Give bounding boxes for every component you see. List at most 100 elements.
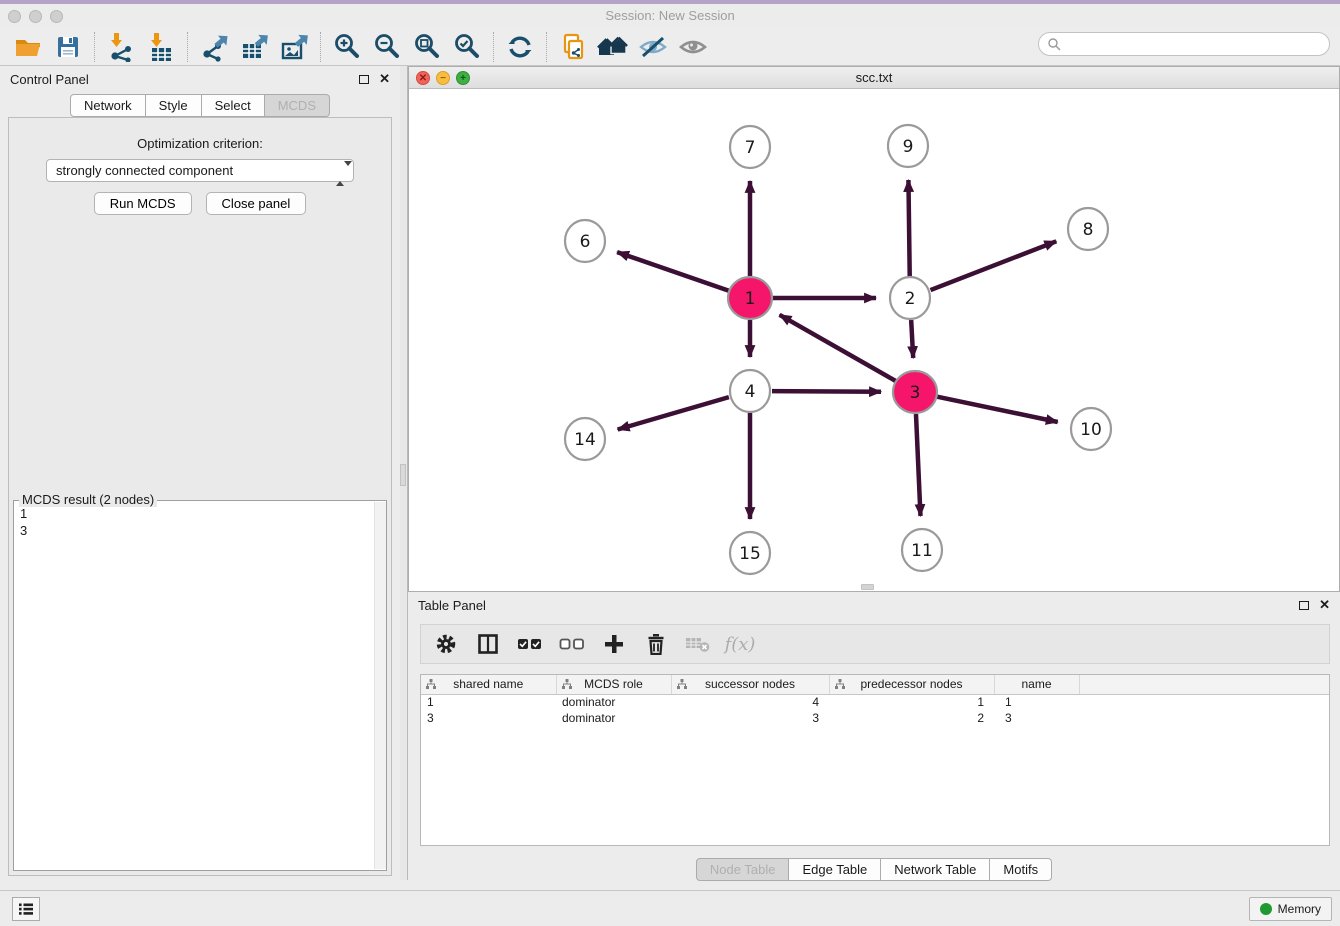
table-cell[interactable]: 4 (671, 694, 829, 710)
deselect-all-button[interactable] (555, 628, 589, 660)
tab-network-table[interactable]: Network Table (881, 858, 990, 881)
edge-2-9[interactable] (908, 180, 909, 276)
edge-2-8[interactable] (931, 241, 1057, 290)
table-cell[interactable]: 3 (994, 710, 1079, 726)
export-image-button[interactable] (274, 31, 314, 63)
fx-icon: f(x) (725, 634, 756, 655)
tab-select[interactable]: Select (202, 94, 265, 117)
export-table-button[interactable] (234, 31, 274, 63)
run-mcds-button[interactable]: Run MCDS (94, 192, 192, 215)
toolbar-separator (187, 32, 188, 62)
edge-4-14[interactable] (618, 397, 729, 429)
result-scrollbar[interactable] (374, 502, 386, 869)
toolbar-separator (94, 32, 95, 62)
network-minimize-icon[interactable]: − (436, 71, 450, 85)
zoom-fit-button[interactable] (407, 31, 447, 63)
tab-node-table[interactable]: Node Table (696, 858, 790, 881)
select-stepper-icon (336, 163, 347, 184)
table-cell[interactable]: dominator (556, 694, 671, 710)
network-window-title: scc.txt (409, 67, 1339, 88)
edge-4-3[interactable] (772, 391, 881, 392)
select-all-button[interactable] (513, 628, 547, 660)
table-cell[interactable]: 1 (994, 694, 1079, 710)
clone-network-icon (558, 32, 588, 62)
search-field[interactable] (1038, 32, 1330, 56)
window-close-icon[interactable] (8, 10, 21, 23)
import-network-button[interactable] (101, 31, 141, 63)
close-panel-icon[interactable]: ✕ (379, 71, 390, 87)
show-columns-button[interactable] (471, 628, 505, 660)
splitter-handle[interactable] (400, 464, 406, 486)
node-table: shared name MCDS role successor nodes pr… (420, 674, 1330, 846)
close-panel-button[interactable]: Close panel (206, 192, 307, 215)
tab-edge-table[interactable]: Edge Table (789, 858, 881, 881)
table-cell[interactable]: 1 (829, 694, 994, 710)
table-cell[interactable]: 3 (671, 710, 829, 726)
edge-3-1[interactable] (780, 315, 896, 381)
float-table-panel-icon[interactable] (1299, 601, 1309, 610)
network-maximize-icon[interactable]: + (456, 71, 470, 85)
tab-style[interactable]: Style (146, 94, 202, 117)
edge-1-6[interactable] (617, 252, 729, 291)
zoom-out-button[interactable] (367, 31, 407, 63)
window-minimize-icon[interactable] (29, 10, 42, 23)
eye-slash-icon (637, 32, 669, 62)
hide-details-button[interactable] (633, 31, 673, 63)
zoom-out-icon (372, 32, 402, 62)
table-cell[interactable]: 2 (829, 710, 994, 726)
table-cell[interactable]: 1 (421, 694, 556, 710)
clone-network-button[interactable] (553, 31, 593, 63)
network-window-titlebar[interactable]: ✕ − + scc.txt (409, 67, 1339, 89)
table-cell[interactable]: dominator (556, 710, 671, 726)
zoom-in-button[interactable] (327, 31, 367, 63)
col-shared-name[interactable]: shared name (421, 675, 556, 694)
edge-3-11[interactable] (916, 414, 921, 516)
tab-motifs[interactable]: Motifs (990, 858, 1052, 881)
task-history-button[interactable] (12, 897, 40, 921)
network-close-icon[interactable]: ✕ (416, 71, 430, 85)
criterion-select[interactable]: strongly connected component (46, 159, 354, 182)
graph-node-label: 6 (580, 232, 591, 252)
add-row-button[interactable] (597, 628, 631, 660)
table-row[interactable]: 3dominator323 (421, 710, 1329, 726)
col-name[interactable]: name (994, 675, 1079, 694)
horizontal-splitter-handle[interactable] (861, 584, 874, 590)
zoom-fit-icon (412, 32, 442, 62)
close-table-panel-icon[interactable]: ✕ (1319, 597, 1330, 613)
control-panel-header: Control Panel ✕ (0, 66, 400, 92)
mcds-result-list[interactable]: 13 (14, 502, 374, 869)
memory-button[interactable]: Memory (1249, 897, 1332, 921)
export-network-button[interactable] (194, 31, 234, 63)
criterion-value: strongly connected component (56, 163, 233, 178)
delete-table-button[interactable] (681, 628, 715, 660)
col-mcds-role[interactable]: MCDS role (556, 675, 671, 694)
zoom-selected-button[interactable] (447, 31, 487, 63)
table-panel: Table Panel ✕ f(x) (408, 592, 1340, 890)
edge-3-10[interactable] (937, 397, 1058, 422)
delete-row-button[interactable] (639, 628, 673, 660)
function-builder-button[interactable]: f(x) (723, 628, 757, 660)
window-zoom-icon[interactable] (50, 10, 63, 23)
checked-boxes-icon (517, 636, 543, 652)
toolbar-separator (546, 32, 547, 62)
float-panel-icon[interactable] (359, 75, 369, 84)
open-session-button[interactable] (8, 31, 48, 63)
col-successor-nodes[interactable]: successor nodes (671, 675, 829, 694)
table-cell[interactable]: 3 (421, 710, 556, 726)
save-session-button[interactable] (48, 31, 88, 63)
col-predecessor-nodes[interactable]: predecessor nodes (829, 675, 994, 694)
tab-mcds[interactable]: MCDS (265, 94, 330, 117)
show-details-button[interactable] (673, 31, 713, 63)
network-canvas[interactable]: 1234678910111415 (409, 89, 1339, 591)
table-settings-button[interactable] (429, 628, 463, 660)
table-row[interactable]: 1dominator411 (421, 694, 1329, 710)
edge-2-3[interactable] (911, 320, 913, 358)
import-table-button[interactable] (141, 31, 181, 63)
refresh-button[interactable] (500, 31, 540, 63)
graph-node-label: 8 (1083, 220, 1094, 240)
home-networks-button[interactable] (593, 31, 633, 63)
graph-node-label: 4 (745, 382, 756, 402)
tab-network[interactable]: Network (70, 94, 146, 117)
search-input[interactable] (1065, 37, 1315, 51)
vertical-splitter[interactable] (400, 66, 408, 880)
